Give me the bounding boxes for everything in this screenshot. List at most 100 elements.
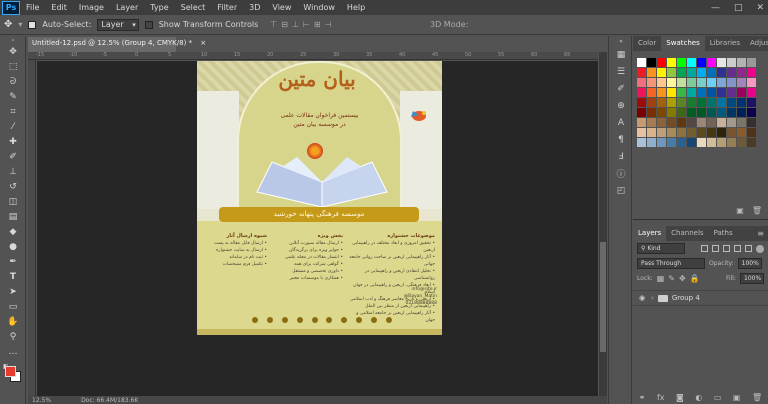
color-swatch[interactable] — [747, 108, 756, 117]
color-swatch[interactable] — [677, 68, 686, 77]
color-swatch[interactable] — [637, 98, 646, 107]
trash-icon[interactable]: 🗑 — [752, 393, 762, 402]
color-swatch[interactable] — [707, 98, 716, 107]
menu-select[interactable]: Select — [175, 3, 212, 12]
brush-presets-icon[interactable]: ✐ — [609, 80, 633, 97]
color-swatch[interactable] — [667, 138, 676, 147]
glyphs-icon[interactable]: Ⅎ — [609, 148, 633, 165]
layer-row[interactable]: ◉ › Group 4 — [633, 290, 768, 306]
kind-filter-dropdown[interactable]: ⚲ Kind — [637, 243, 685, 254]
folder-icon[interactable]: ▭ — [714, 393, 722, 402]
lock-position-icon[interactable]: ✥ — [679, 274, 686, 283]
color-swatch[interactable] — [717, 78, 726, 87]
color-swatch[interactable] — [717, 88, 726, 97]
color-swatch[interactable] — [747, 58, 756, 67]
adjustment-filter-icon[interactable] — [712, 244, 719, 252]
color-swatch[interactable] — [737, 128, 746, 137]
color-swatch[interactable] — [667, 118, 676, 127]
color-swatch[interactable] — [747, 78, 756, 87]
menu-image[interactable]: Image — [73, 3, 110, 12]
color-swatch[interactable] — [737, 138, 746, 147]
color-swatch[interactable] — [727, 58, 736, 67]
color-swatch[interactable] — [647, 98, 656, 107]
tab-libraries[interactable]: Libraries — [705, 36, 745, 51]
healing-brush-icon[interactable]: ✚ — [0, 134, 26, 149]
lasso-tool-icon[interactable]: ᘐ — [0, 74, 26, 89]
tab-adjustments[interactable]: Adjustme — [745, 36, 768, 51]
type-tool-icon[interactable]: T — [0, 269, 26, 284]
color-swatch[interactable] — [697, 98, 706, 107]
color-swatch[interactable] — [717, 118, 726, 127]
vertical-scrollbar[interactable] — [599, 52, 607, 396]
tab-swatches[interactable]: Swatches — [661, 36, 705, 51]
color-swatch[interactable] — [737, 88, 746, 97]
expand-arrow-icon[interactable]: › — [651, 294, 654, 302]
menu-layer[interactable]: Layer — [110, 3, 144, 12]
color-swatch[interactable] — [747, 98, 756, 107]
opacity-field[interactable]: 100% — [737, 258, 762, 269]
tab-paths[interactable]: Paths — [709, 226, 738, 241]
color-swatch[interactable] — [687, 58, 696, 67]
new-layer-icon[interactable]: ▣ — [733, 393, 741, 402]
color-swatch[interactable] — [687, 68, 696, 77]
eyedropper-tool-icon[interactable]: ⁄ — [0, 119, 26, 134]
color-swatch[interactable] — [687, 128, 696, 137]
align-top-icon[interactable]: ⊤ — [270, 20, 277, 29]
color-swatch[interactable] — [637, 58, 646, 67]
lock-pixels-icon[interactable]: ✎ — [668, 274, 675, 283]
color-swatch[interactable] — [697, 138, 706, 147]
color-swatch[interactable] — [657, 98, 666, 107]
color-swatch[interactable] — [637, 108, 646, 117]
pen-tool-icon[interactable]: ✒ — [0, 254, 26, 269]
color-swatch[interactable] — [687, 118, 696, 127]
color-swatch[interactable] — [677, 138, 686, 147]
color-swatch[interactable] — [707, 78, 716, 87]
color-swatch[interactable] — [697, 128, 706, 137]
navigator-icon[interactable]: ◰ — [609, 182, 633, 199]
align-left-icon[interactable]: ⊢ — [303, 20, 310, 29]
color-swatch[interactable] — [737, 78, 746, 87]
auto-select-checkbox[interactable] — [28, 20, 37, 29]
adjustment-icon[interactable]: ◐ — [695, 393, 702, 402]
tool-preset-dropdown[interactable]: ▾ — [18, 20, 22, 29]
align-bottom-icon[interactable]: ⊥ — [292, 20, 299, 29]
auto-select-dropdown[interactable]: Layer — [97, 18, 139, 31]
properties-icon[interactable]: ☰ — [609, 63, 633, 80]
tab-color[interactable]: Color — [633, 36, 661, 51]
smart-object-filter-icon[interactable] — [745, 244, 752, 252]
quick-select-tool-icon[interactable]: ✎ — [0, 89, 26, 104]
color-swatch[interactable] — [667, 98, 676, 107]
move-tool-icon[interactable]: ✥ — [0, 44, 26, 59]
blur-tool-icon[interactable]: ◆ — [0, 224, 26, 239]
color-swatch[interactable] — [747, 68, 756, 77]
color-swatch[interactable] — [657, 138, 666, 147]
close-document-icon[interactable]: × — [200, 39, 206, 47]
menu-filter[interactable]: Filter — [211, 3, 243, 12]
color-swatch[interactable] — [747, 118, 756, 127]
color-swatch[interactable] — [647, 68, 656, 77]
color-swatch[interactable] — [637, 88, 646, 97]
color-swatch[interactable] — [707, 68, 716, 77]
color-swatch[interactable] — [727, 68, 736, 77]
color-swatch[interactable] — [747, 128, 756, 137]
menu-edit[interactable]: Edit — [45, 3, 73, 12]
color-swatch[interactable] — [697, 78, 706, 87]
trash-icon[interactable]: 🗑 — [752, 206, 762, 215]
minimize-button[interactable]: — — [711, 3, 720, 13]
fill-field[interactable]: 100% — [740, 273, 764, 284]
color-swatch[interactable] — [737, 98, 746, 107]
color-swatch[interactable] — [667, 108, 676, 117]
panel-menu-icon[interactable]: ≡ — [757, 229, 768, 238]
history-brush-icon[interactable]: ↺ — [0, 179, 26, 194]
color-swatch[interactable] — [707, 128, 716, 137]
color-swatch[interactable] — [677, 128, 686, 137]
mask-icon[interactable]: ◙ — [676, 393, 684, 402]
color-swatch[interactable] — [717, 68, 726, 77]
document-tab[interactable]: Untitled-12.psd @ 12.5% (Group 4, CMYK/8… — [28, 37, 206, 52]
foreground-color-swatch[interactable] — [5, 366, 16, 377]
color-swatch[interactable] — [707, 138, 716, 147]
color-swatch[interactable] — [717, 108, 726, 117]
color-swatch[interactable] — [707, 88, 716, 97]
gradient-tool-icon[interactable]: ▤ — [0, 209, 26, 224]
close-button[interactable]: ✕ — [756, 3, 764, 13]
